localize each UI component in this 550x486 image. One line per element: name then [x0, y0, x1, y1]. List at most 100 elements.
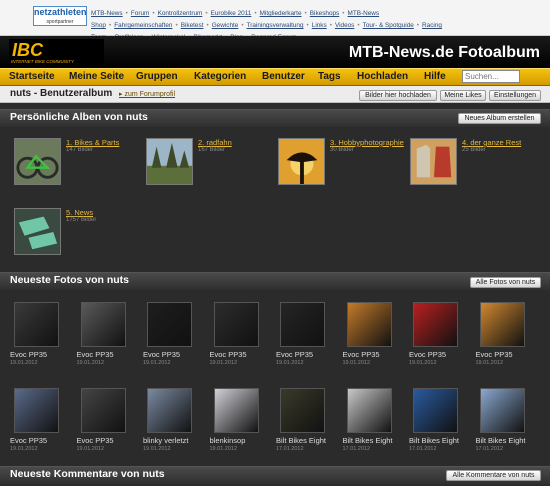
album-item[interactable]: 5. News 1757 Bilder	[14, 208, 144, 268]
photo-title: Evoc PP35	[475, 350, 513, 359]
nav-hochladen[interactable]: Hochladen	[357, 71, 408, 82]
photo-date: 19.01.2012	[143, 360, 171, 366]
ibc-logo[interactable]: IBC INTERNET BIKE COMMUNITY	[9, 39, 104, 65]
mint-parts-photo-icon	[14, 208, 61, 255]
album-item[interactable]: 4. der ganze Rest 25 Bilder	[410, 138, 540, 198]
top-link[interactable]: Links	[312, 22, 327, 29]
photo-thumbnail[interactable]	[213, 302, 259, 347]
forum-profile-link[interactable]: ▸ zum Forumprofil	[119, 90, 175, 98]
photo-thumbnail[interactable]	[413, 388, 458, 433]
forest-photo-icon	[146, 138, 193, 185]
photo-item[interactable]: Evoc PP35 19.01.2012	[276, 302, 336, 378]
top-link[interactable]: Eurobike 2011	[211, 10, 252, 17]
photo-title: blenkinsop	[209, 436, 246, 445]
top-bar: netzathleten sportpartner MTB-News • Forum •…	[0, 0, 550, 41]
settings-button[interactable]: Einstellungen	[489, 90, 541, 101]
album-name[interactable]: 3. Hobbyphotographie	[330, 138, 404, 147]
photo-date: 19.01.2012	[76, 360, 105, 366]
photo-item[interactable]: Evoc PP35 19.01.2012	[77, 388, 137, 464]
photo-title: Bilt Bikes Eight	[475, 436, 526, 445]
photos-section-title: Neueste Fotos von nuts	[10, 274, 130, 286]
top-link[interactable]: Tour- & Spotguide	[363, 22, 414, 29]
top-link[interactable]: Fahrgemeinschaften	[114, 22, 172, 29]
photo-item[interactable]: Evoc PP35 19.01.2012	[409, 302, 469, 378]
photo-item[interactable]: Bilt Bikes Eight 17.01.2012	[276, 388, 336, 464]
photo-thumbnail[interactable]	[479, 388, 525, 433]
photo-item[interactable]: Evoc PP35 19.01.2012	[10, 302, 70, 378]
photo-date: 19.01.2012	[209, 360, 238, 366]
nav-meine-seite[interactable]: Meine Seite	[69, 71, 124, 82]
new-album-button[interactable]: Neues Album erstellen	[458, 113, 541, 124]
top-link[interactable]: Videos	[335, 22, 354, 29]
photo-item[interactable]: Bilt Bikes Eight 17.01.2012	[343, 388, 403, 464]
top-link[interactable]: Gewichte	[212, 22, 239, 29]
photo-thumbnail[interactable]	[479, 302, 525, 347]
photo-item[interactable]: blinky verletzt 19.01.2012	[143, 388, 203, 464]
album-count: 25 Bilder	[462, 147, 486, 153]
photo-date: 19.01.2012	[76, 446, 105, 452]
svg-text:INTERNET BIKE COMMUNITY: INTERNET BIKE COMMUNITY	[11, 59, 75, 64]
photo-title: Bilt Bikes Eight	[276, 436, 327, 445]
upload-button[interactable]: Bilder hier hochladen	[359, 90, 437, 101]
photo-item[interactable]: Bilt Bikes Eight 17.01.2012	[476, 388, 536, 464]
netzathleten-logo[interactable]: netzathleten sportpartner	[33, 6, 87, 26]
top-link[interactable]: Mitgliederkarte	[260, 10, 302, 17]
photo-thumbnail[interactable]	[280, 388, 325, 433]
album-name[interactable]: 1. Bikes & Parts	[66, 138, 119, 147]
top-link[interactable]: Bikeshops	[310, 10, 340, 17]
search-input[interactable]	[462, 70, 520, 83]
nav-startseite[interactable]: Startseite	[9, 71, 55, 82]
album-name[interactable]: 2. radfahn	[198, 138, 232, 147]
photo-date: 19.01.2012	[342, 360, 371, 366]
photo-thumbnail[interactable]	[14, 388, 59, 433]
album-item[interactable]: 1. Bikes & Parts 147 Bilder	[14, 138, 144, 198]
all-photos-button[interactable]: Alle Fotos von nuts	[470, 277, 541, 288]
photo-date: 19.01.2012	[143, 446, 171, 452]
album-count: 147 Bilder	[66, 147, 94, 153]
photo-title: Evoc PP35	[76, 436, 114, 445]
top-link[interactable]: Kontrollzentrum	[158, 10, 203, 17]
top-link[interactable]: Biketest	[181, 22, 204, 29]
photo-thumbnail[interactable]	[14, 302, 59, 347]
link-separator: •	[125, 10, 128, 17]
photo-thumbnail[interactable]	[147, 302, 192, 347]
top-link[interactable]: Forum	[131, 10, 149, 17]
photo-thumbnail[interactable]	[80, 388, 126, 433]
link-separator: •	[342, 10, 345, 17]
album-name[interactable]: 4. der ganze Rest	[462, 138, 521, 147]
photo-thumbnail[interactable]	[147, 388, 192, 433]
nav-tags[interactable]: Tags	[318, 71, 341, 82]
photo-thumbnail[interactable]	[346, 388, 392, 433]
photo-item[interactable]: Bilt Bikes Eight 17.01.2012	[409, 388, 469, 464]
photo-thumbnail[interactable]	[80, 302, 126, 347]
album-name[interactable]: 5. News	[66, 208, 93, 217]
photo-thumbnail[interactable]	[280, 302, 325, 347]
nav-kategorien[interactable]: Kategorien	[194, 71, 246, 82]
link-separator: •	[108, 22, 112, 29]
nav-benutzer[interactable]: Benutzer	[262, 71, 305, 82]
photo-date: 19.01.2012	[409, 360, 437, 366]
green-bike-photo-icon	[14, 138, 61, 185]
photo-date: 19.01.2012	[209, 446, 238, 452]
photo-thumbnail[interactable]	[213, 388, 259, 433]
album-item[interactable]: 3. Hobbyphotographie 30 Bilder	[278, 138, 408, 198]
photo-item[interactable]: Evoc PP35 19.01.2012	[343, 302, 403, 378]
link-separator: •	[205, 10, 208, 17]
top-link[interactable]: Trainingsverwaltung	[247, 22, 304, 29]
my-likes-button[interactable]: Meine Likes	[440, 90, 486, 101]
photo-item[interactable]: blenkinsop 19.01.2012	[210, 388, 270, 464]
nav-hilfe[interactable]: Hilfe	[424, 71, 446, 82]
top-link[interactable]: MTB-News	[91, 10, 123, 17]
photo-item[interactable]: Evoc PP35 19.01.2012	[210, 302, 270, 378]
photo-item[interactable]: Evoc PP35 19.01.2012	[77, 302, 137, 378]
album-item[interactable]: 2. radfahn 167 Bilder	[146, 138, 276, 198]
clothes-photo-icon	[410, 138, 457, 185]
nav-gruppen[interactable]: Gruppen	[136, 71, 178, 82]
photo-title: Evoc PP35	[10, 436, 48, 445]
photo-item[interactable]: Evoc PP35 19.01.2012	[143, 302, 203, 378]
photo-thumbnail[interactable]	[346, 302, 392, 347]
all-comments-button[interactable]: Alle Kommentare von nuts	[446, 470, 541, 481]
photo-thumbnail[interactable]	[413, 302, 458, 347]
photo-item[interactable]: Evoc PP35 19.01.2012	[476, 302, 536, 378]
photo-item[interactable]: Evoc PP35 19.01.2012	[10, 388, 70, 464]
